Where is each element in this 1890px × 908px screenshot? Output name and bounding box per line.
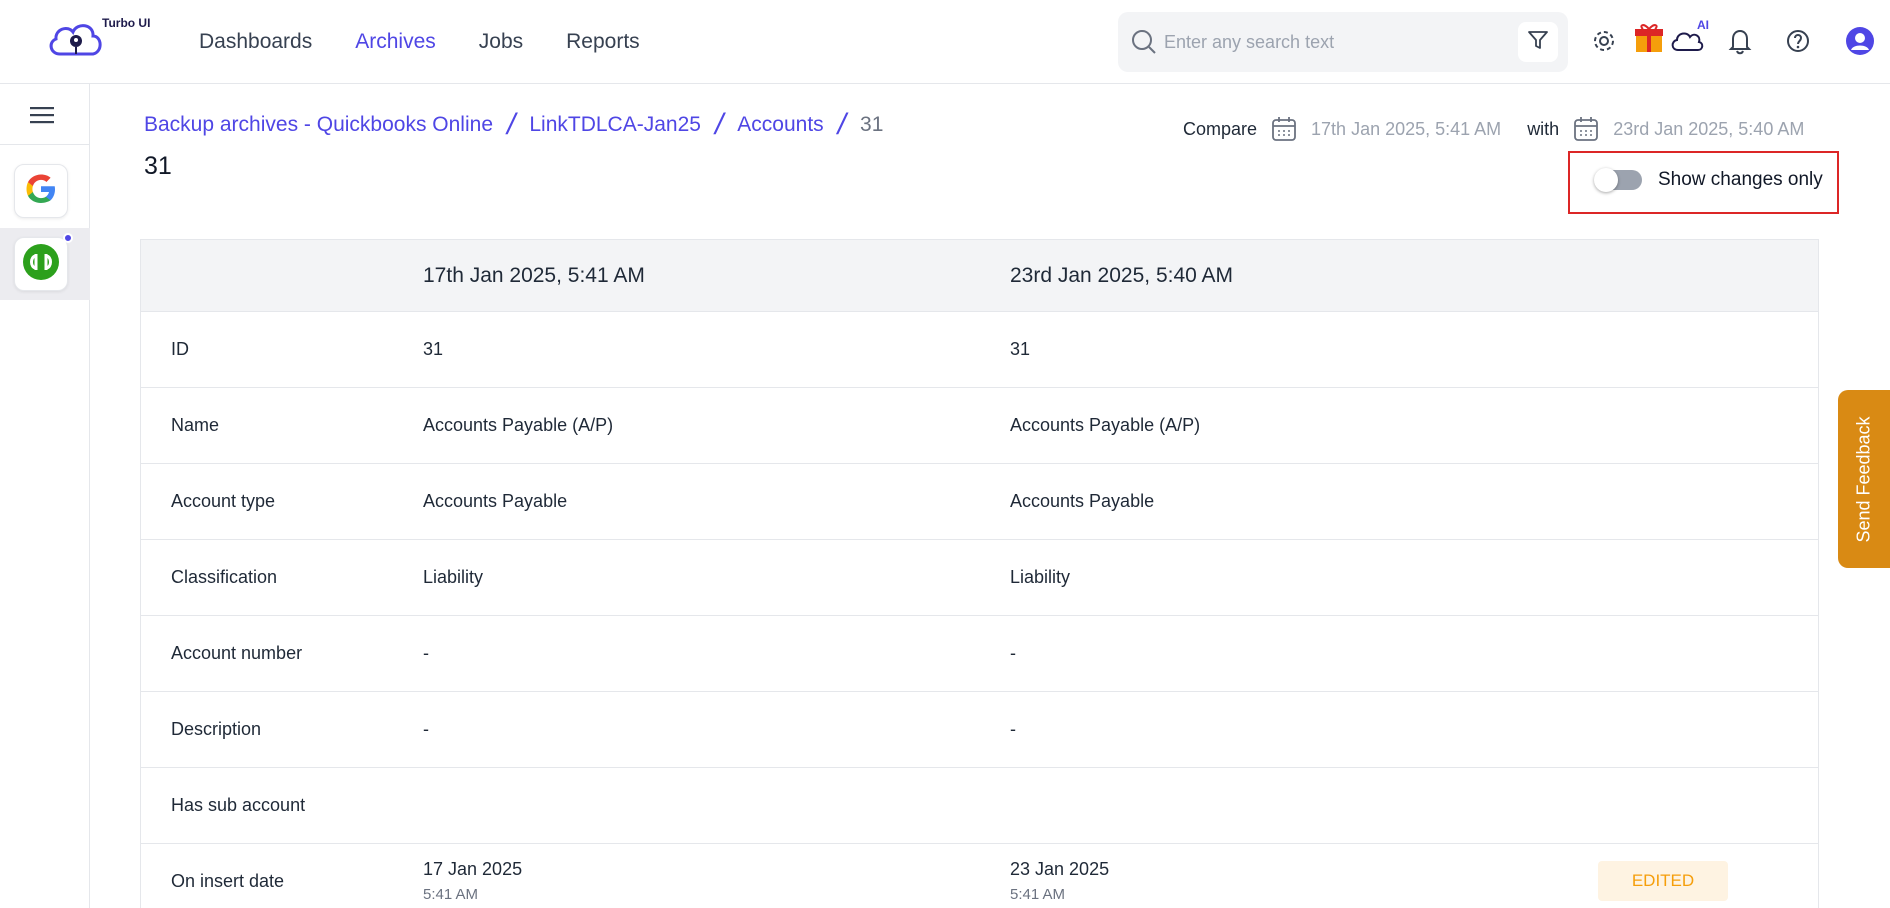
compare-date-to[interactable]: 23rd Jan 2025, 5:40 AM [1613,119,1804,140]
breadcrumb-archive[interactable]: LinkTDLCA-Jan25 [529,113,701,137]
nav-jobs[interactable]: Jobs [479,30,523,54]
row-value-from: 31 [423,339,444,359]
column-header-to: 23rd Jan 2025, 5:40 AM [1010,264,1233,287]
row-value-to: Accounts Payable (A/P) [1010,415,1201,435]
row-value-from: Liability [423,567,484,587]
calendar-icon[interactable] [1271,116,1297,142]
hamburger-menu-icon[interactable] [28,104,56,126]
compare-date-from[interactable]: 17th Jan 2025, 5:41 AM [1311,119,1501,140]
row-label: Account type [171,491,276,511]
top-bar: Turbo UI Dashboards Archives Jobs Report… [0,0,1890,84]
row-value-to: Liability [1010,567,1071,587]
row-value-to: - [1010,719,1016,739]
table-header: 17th Jan 2025, 5:41 AM 23rd Jan 2025, 5:… [141,240,1818,312]
column-header-from: 17th Jan 2025, 5:41 AM [423,264,645,287]
row-label: On insert date [171,871,285,891]
table-row: Description - - [141,692,1818,768]
nav-archives[interactable]: Archives [355,30,436,54]
send-feedback-tab[interactable]: Send Feedback [1838,390,1890,568]
gift-icon[interactable] [1632,20,1666,54]
breadcrumb: Backup archives - Quickbooks Online / Li… [144,108,883,142]
send-feedback-label: Send Feedback [1853,415,1874,543]
google-app-button[interactable] [14,164,68,218]
comparison-table: 17th Jan 2025, 5:41 AM 23rd Jan 2025, 5:… [140,239,1819,908]
row-value-from: - [423,643,429,663]
page-title: 31 [144,152,172,180]
row-label: Account number [171,643,303,663]
search-input[interactable] [1164,24,1504,60]
table-row: Account type Accounts Payable Accounts P… [141,464,1818,540]
bell-icon[interactable] [1723,24,1757,58]
show-changes-toggle[interactable] [1594,168,1642,192]
row-value-to: 31 [1010,339,1031,359]
row-label: Name [171,415,220,435]
compare-label: Compare [1183,118,1258,139]
main-nav: Dashboards Archives Jobs Reports [199,30,683,54]
nav-reports[interactable]: Reports [566,30,640,54]
quickbooks-app-button[interactable] [14,237,68,291]
edited-badge: EDITED [1598,861,1728,901]
compare-with-label: with [1527,118,1560,139]
user-avatar-icon[interactable] [1843,24,1877,58]
table-row: Account number - - [141,616,1818,692]
table-row: On insert date 17 Jan 2025 5:41 AM 23 Ja… [141,844,1818,908]
logo-text: Turbo UI [102,16,151,30]
breadcrumb-backup-archives[interactable]: Backup archives - Quickbooks Online [144,113,493,137]
row-value-from-time: 5:41 AM [423,886,479,903]
row-value-from: 17 Jan 2025 [423,859,523,879]
table-row: Classification Liability Liability [141,540,1818,616]
row-value-from: - [423,719,429,739]
calendar-icon[interactable] [1573,116,1599,142]
ai-badge: AI [1697,18,1709,32]
show-changes-label: Show changes only [1658,169,1823,190]
search-icon [1128,26,1160,58]
google-icon [23,171,59,212]
quickbooks-icon [22,243,60,286]
nav-dashboards[interactable]: Dashboards [199,30,312,54]
filter-button[interactable] [1518,22,1558,62]
row-value-to: Accounts Payable [1010,491,1155,511]
filter-icon [1526,28,1550,57]
table-row: Has sub account [141,768,1818,844]
row-label: Has sub account [171,795,306,815]
table-row: Name Accounts Payable (A/P) Accounts Pay… [141,388,1818,464]
row-value-from: Accounts Payable (A/P) [423,415,614,435]
compare-bar: Compare 17th Jan 2025, 5:41 AM with 23rd… [1183,116,1804,142]
breadcrumb-current: 31 [860,113,884,136]
notification-dot [63,233,73,243]
row-value-from: Accounts Payable [423,491,568,511]
sidebar-divider [0,144,90,145]
toggle-knob [1594,168,1618,192]
table-row: ID 31 31 [141,312,1818,388]
row-value-to: 23 Jan 2025 [1010,859,1110,879]
help-icon[interactable] [1781,24,1815,58]
row-label: Description [171,719,262,739]
search-bar [1118,12,1568,72]
row-value-to-time: 5:41 AM [1010,886,1066,903]
row-value-to: - [1010,643,1016,663]
breadcrumb-separator: / [714,108,724,141]
breadcrumb-separator: / [837,108,847,141]
breadcrumb-separator: / [507,108,516,141]
row-label: Classification [171,567,278,587]
sidebar [0,84,90,908]
breadcrumb-accounts[interactable]: Accounts [737,113,823,137]
gear-icon[interactable] [1587,24,1621,58]
row-label: ID [171,339,189,359]
